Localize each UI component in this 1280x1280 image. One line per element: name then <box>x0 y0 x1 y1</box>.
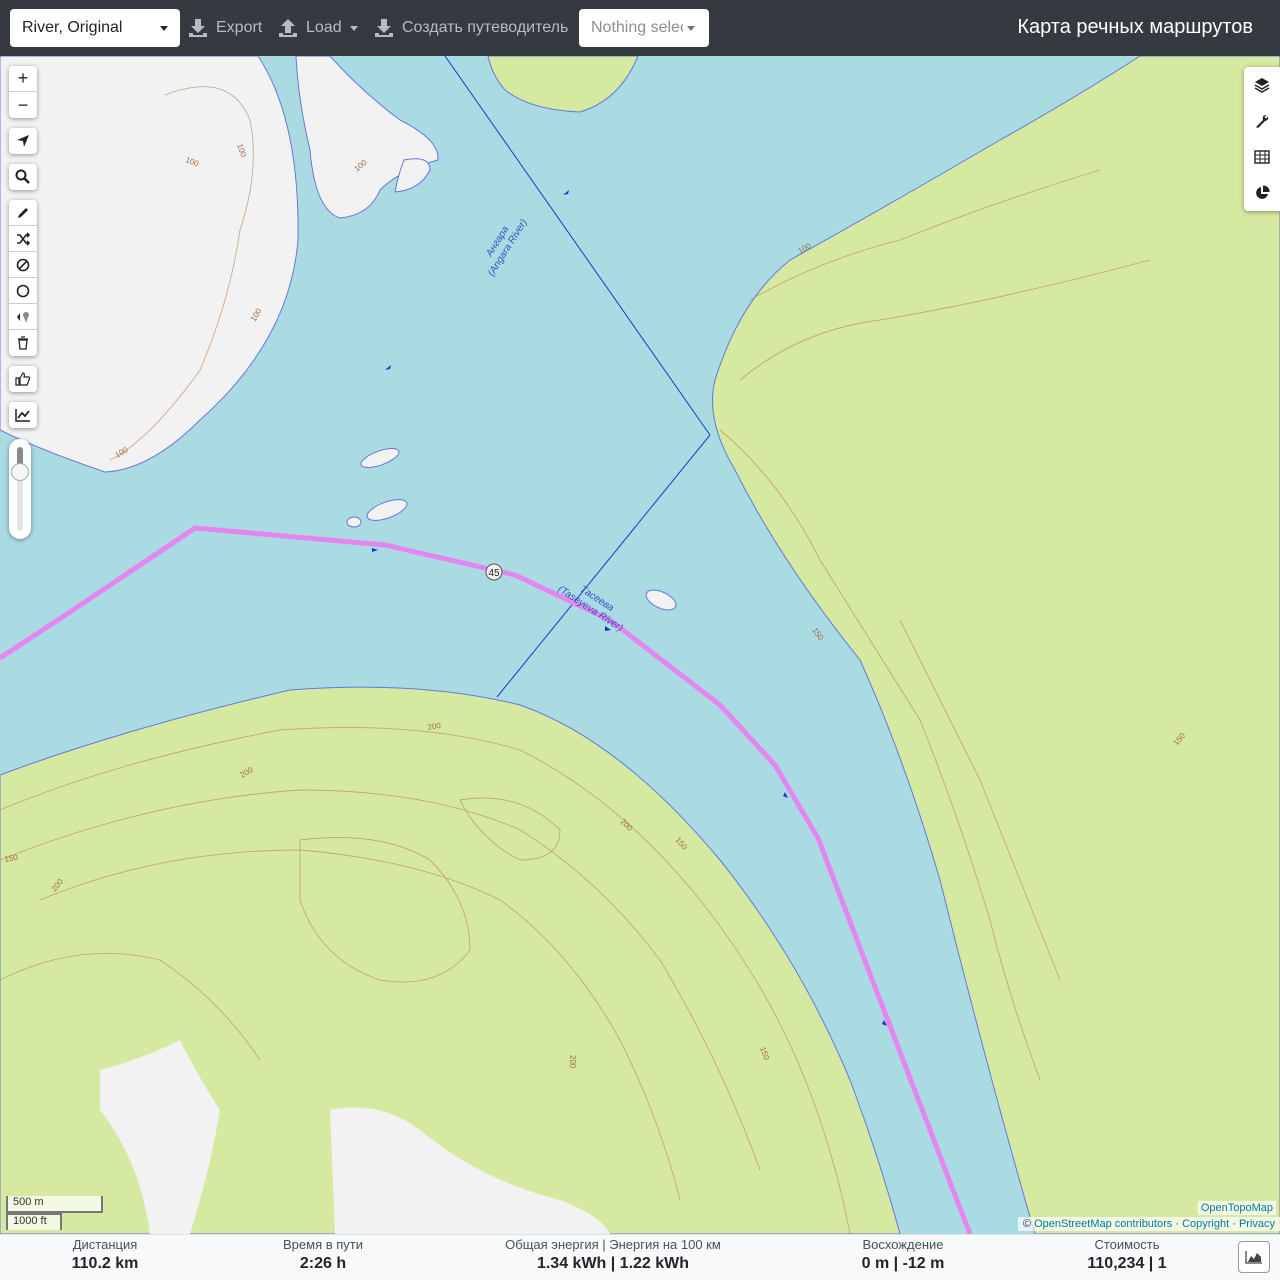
draw-toolbar <box>9 200 37 356</box>
selection-dropdown[interactable]: Nothing selected <box>579 9 709 47</box>
poi-icon <box>17 311 29 323</box>
zoom-slider-handle[interactable] <box>11 463 29 481</box>
locate-control <box>9 128 37 154</box>
map-view[interactable]: 45 Ангара (Angara River) Тасеева (Taseye… <box>0 56 1280 1234</box>
profile-select[interactable]: River, Original <box>10 9 180 47</box>
top-navbar: River, Original Export Load Создать путе… <box>0 0 1280 56</box>
table-button[interactable] <box>1244 139 1280 175</box>
elevation-profile-button[interactable] <box>1238 1241 1270 1273</box>
trash-icon <box>18 336 28 350</box>
route-marker-label: 45 <box>488 568 500 579</box>
right-toolbar <box>1244 67 1280 211</box>
wrench-icon <box>1256 115 1269 128</box>
load-button[interactable]: Load <box>278 9 358 47</box>
export-label: Export <box>216 19 263 36</box>
contour-label-16: 200 <box>568 1055 577 1069</box>
stat-ascent: Восхождение 0 m | -12 m <box>843 1237 963 1273</box>
stat-energy: Общая энергия | Энергия на 100 км 1.34 k… <box>493 1237 733 1273</box>
scale-bar: 500 m 1000 ft <box>6 1196 103 1230</box>
settings-button[interactable] <box>1244 103 1280 139</box>
copyright-link[interactable]: Copyright <box>1182 1218 1229 1230</box>
app-title: Карта речных маршрутов <box>1017 16 1253 38</box>
privacy-link[interactable]: Privacy <box>1239 1218 1275 1230</box>
zoom-control: + − <box>9 66 37 118</box>
search-control <box>9 164 37 190</box>
attribution-separator: · <box>1175 1218 1179 1230</box>
reverse-route-button[interactable] <box>9 226 37 252</box>
table-icon <box>1254 150 1270 164</box>
stat-time-label: Время в пути <box>283 1237 363 1252</box>
search-button[interactable] <box>9 164 37 190</box>
download-icon <box>189 19 207 37</box>
route-stats-bar: Дистанция 110.2 km Время в пути 2:26 h О… <box>0 1234 1280 1280</box>
download-icon <box>375 19 393 37</box>
layers-icon <box>1254 78 1270 93</box>
delete-route-button[interactable] <box>9 330 37 356</box>
search-icon <box>15 169 30 184</box>
stat-cost: Стоимость 110,234 | 1 <box>1067 1237 1187 1273</box>
stat-time: Время в пути 2:26 h <box>263 1237 383 1273</box>
stat-distance-value: 110.2 km <box>71 1255 139 1272</box>
stat-energy-value: 1.34 kWh | 1.22 kWh <box>536 1255 690 1272</box>
zoom-slider[interactable] <box>9 439 31 539</box>
selection-dropdown-value: Nothing selected <box>591 19 683 36</box>
stat-cost-value: 110,234 | 1 <box>1087 1255 1167 1272</box>
stat-energy-label: Общая энергия | Энергия на 100 км <box>505 1237 721 1252</box>
circle-icon <box>16 284 30 297</box>
load-label: Load <box>306 19 342 36</box>
stat-distance: Дистанция 110.2 km <box>55 1237 155 1273</box>
area-chart-icon <box>1245 1251 1262 1264</box>
scale-imperial: 1000 ft <box>6 1213 62 1230</box>
stat-ascent-value: 0 m | -12 m <box>861 1255 945 1272</box>
stat-cost-label: Стоимость <box>1094 1237 1160 1252</box>
chevron-down-icon <box>687 26 695 31</box>
chart-icon <box>15 409 30 422</box>
poi-button[interactable] <box>9 304 37 330</box>
stat-distance-label: Дистанция <box>72 1237 138 1252</box>
chevron-down-icon <box>349 25 358 31</box>
scale-metric: 500 m <box>6 1196 103 1213</box>
copyright-symbol: © <box>1022 1218 1032 1230</box>
export-button[interactable]: Export <box>188 9 262 47</box>
layers-button[interactable] <box>1244 67 1280 103</box>
attribution-separator: · <box>1232 1218 1236 1230</box>
profile-select-value: River, Original <box>22 19 123 36</box>
map-canvas[interactable]: 45 Ангара (Angara River) Тасеева (Taseye… <box>0 56 1280 1234</box>
feedback-control <box>9 366 37 392</box>
elevation-chart-button[interactable] <box>9 402 37 428</box>
osm-contributors-link[interactable]: OpenStreetMap contributors <box>1034 1218 1172 1230</box>
thumbs-up-icon <box>15 372 31 386</box>
locate-icon <box>17 135 29 147</box>
draw-route-button[interactable] <box>9 200 37 226</box>
statistics-button[interactable] <box>1244 175 1280 211</box>
island-small-3 <box>346 516 362 528</box>
stat-time-value: 2:26 h <box>299 1255 347 1272</box>
create-guide-label: Создать путеводитель <box>402 19 569 36</box>
chevron-down-icon <box>160 26 168 31</box>
layer-attribution[interactable]: OpenTopoMap <box>1197 1201 1276 1215</box>
create-guide-button[interactable]: Создать путеводитель <box>374 9 568 47</box>
zoom-out-button[interactable]: − <box>9 92 37 118</box>
upload-icon <box>279 19 297 37</box>
stat-ascent-label: Восхождение <box>862 1237 944 1252</box>
elevation-chart-control <box>9 402 37 428</box>
zoom-in-button[interactable]: + <box>9 66 37 92</box>
map-attribution: © OpenStreetMap contributors · Copyright… <box>1017 1217 1280 1231</box>
shuffle-icon <box>17 231 30 246</box>
feedback-button[interactable] <box>9 366 37 392</box>
pie-chart-icon <box>1256 185 1270 199</box>
no-go-area-button[interactable] <box>9 252 37 278</box>
no-entry-icon <box>16 258 30 271</box>
locate-button[interactable] <box>9 128 37 154</box>
circle-tool-button[interactable] <box>9 278 37 304</box>
pencil-icon <box>18 207 28 218</box>
